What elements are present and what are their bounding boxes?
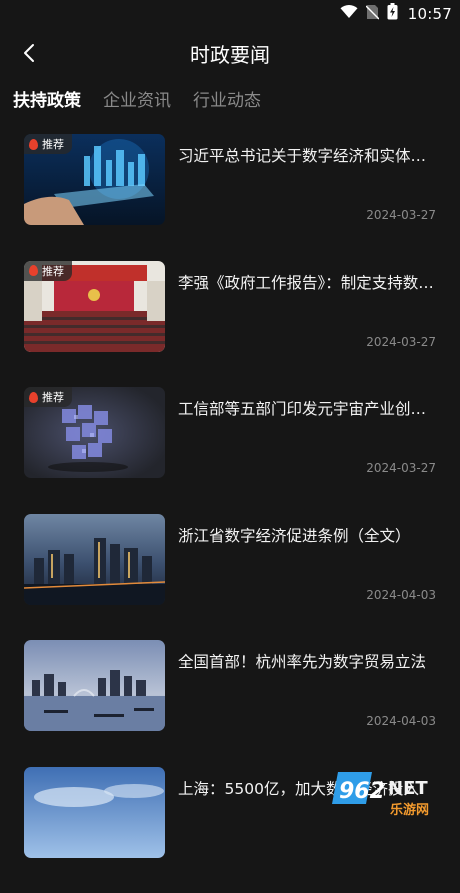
tab-support-policy[interactable]: 扶持政策 bbox=[13, 86, 81, 111]
news-thumbnail: 推荐 bbox=[24, 261, 165, 352]
news-title: 习近平总书记关于数字经济和实体经济深度融合的重要论述 bbox=[178, 144, 440, 166]
news-thumbnail bbox=[24, 514, 165, 605]
site-watermark-logo: 962 NET 乐游网 bbox=[332, 764, 458, 819]
news-item[interactable]: 全国首部！杭州率先为数字贸易立法 2024-04-03 bbox=[0, 640, 460, 767]
news-thumbnail: 推荐 bbox=[24, 387, 165, 478]
news-thumbnail bbox=[24, 767, 165, 858]
battery-charging-icon bbox=[387, 3, 398, 24]
wifi-icon bbox=[340, 5, 358, 23]
news-date: 2024-04-03 bbox=[366, 588, 436, 602]
news-date: 2024-03-27 bbox=[366, 208, 436, 222]
svg-text:乐游网: 乐游网 bbox=[390, 802, 429, 818]
news-item[interactable]: 推荐 工信部等五部门印发元宇宙产业创新发展三年行动计划 2024-03-27 bbox=[0, 387, 460, 514]
news-title: 工信部等五部门印发元宇宙产业创新发展三年行动计划 bbox=[178, 397, 440, 419]
recommend-tag: 推荐 bbox=[24, 387, 72, 407]
status-time: 10:57 bbox=[408, 5, 452, 23]
status-bar: 10:57 bbox=[0, 0, 460, 26]
news-title: 李强《政府工作报告》：制定支持数字经济高质量发展政策 bbox=[178, 271, 440, 293]
svg-text:962: 962 bbox=[339, 779, 385, 804]
news-item[interactable]: 浙江省数字经济促进条例（全文） 2024-04-03 bbox=[0, 514, 460, 641]
news-item[interactable]: 推荐 习近平总书记关于数字经济和实体经济深度融合的重要论述 2024-03-27 bbox=[0, 134, 460, 261]
flame-icon bbox=[29, 139, 38, 150]
tab-enterprise-news[interactable]: 企业资讯 bbox=[103, 86, 171, 111]
status-icons: 10:57 bbox=[340, 3, 452, 24]
recommend-tag: 推荐 bbox=[24, 134, 72, 154]
news-date: 2024-04-03 bbox=[366, 714, 436, 728]
flame-icon bbox=[29, 392, 38, 403]
news-thumbnail: 推荐 bbox=[24, 134, 165, 225]
tab-industry-trends[interactable]: 行业动态 bbox=[193, 86, 261, 111]
category-tabs: 扶持政策 企业资讯 行业动态 bbox=[13, 86, 283, 111]
news-title: 浙江省数字经济促进条例（全文） bbox=[178, 524, 440, 546]
svg-text:NET: NET bbox=[388, 778, 428, 799]
nav-bar: 时政要闻 bbox=[0, 30, 460, 76]
news-item[interactable]: 推荐 李强《政府工作报告》：制定支持数字经济高质量发展政策 2024-03-27 bbox=[0, 261, 460, 388]
news-date: 2024-03-27 bbox=[366, 461, 436, 475]
recommend-tag: 推荐 bbox=[24, 261, 72, 281]
news-date: 2024-03-27 bbox=[366, 335, 436, 349]
news-title: 全国首部！杭州率先为数字贸易立法 bbox=[178, 650, 440, 672]
flame-icon bbox=[29, 265, 38, 276]
news-thumbnail bbox=[24, 640, 165, 731]
no-sim-icon bbox=[366, 4, 379, 24]
page-title: 时政要闻 bbox=[0, 39, 460, 68]
